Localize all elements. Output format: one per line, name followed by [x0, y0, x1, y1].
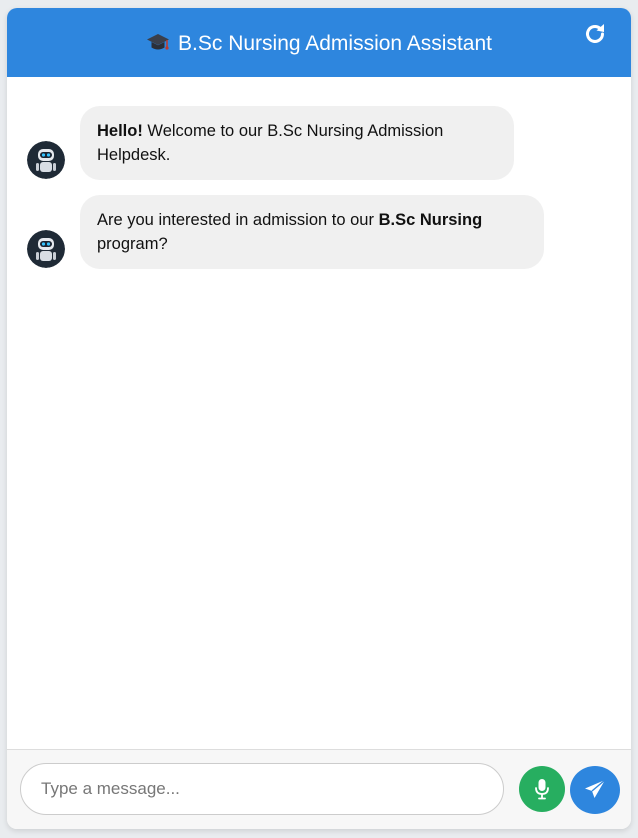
- message-text: program?: [97, 235, 168, 253]
- paper-plane-icon: [585, 779, 606, 798]
- microphone-icon: [535, 779, 549, 800]
- input-bar: [7, 749, 631, 829]
- message-bubble: Hello! Welcome to our B.Sc Nursing Admis…: [80, 106, 514, 180]
- robot-avatar-icon: [27, 230, 65, 268]
- mic-button[interactable]: [519, 766, 565, 812]
- avatar: [27, 230, 65, 268]
- message-bubble: Are you interested in admission to our B…: [80, 195, 544, 269]
- page-title: B.Sc Nursing Admission Assistant: [178, 32, 492, 55]
- chat-header: B.Sc Nursing Admission Assistant: [7, 8, 631, 77]
- header-title-wrap: B.Sc Nursing Admission Assistant: [7, 30, 631, 58]
- refresh-button[interactable]: [583, 22, 607, 46]
- message-list[interactable]: Hello! Welcome to our B.Sc Nursing Admis…: [7, 77, 631, 749]
- message-text: Are you interested in admission to our: [97, 211, 379, 229]
- avatar: [27, 141, 65, 179]
- chat-window: B.Sc Nursing Admission Assistant Hello! …: [7, 8, 631, 829]
- message-text-bold: Hello!: [97, 122, 143, 140]
- refresh-icon: [586, 24, 604, 43]
- message-input[interactable]: [20, 763, 504, 815]
- message-text-bold: B.Sc Nursing: [378, 211, 483, 229]
- graduation-cap-icon: [147, 34, 170, 50]
- message-text: Welcome to our B.Sc Nursing Admission He…: [97, 122, 444, 164]
- robot-avatar-icon: [27, 141, 65, 179]
- send-button[interactable]: [570, 766, 620, 814]
